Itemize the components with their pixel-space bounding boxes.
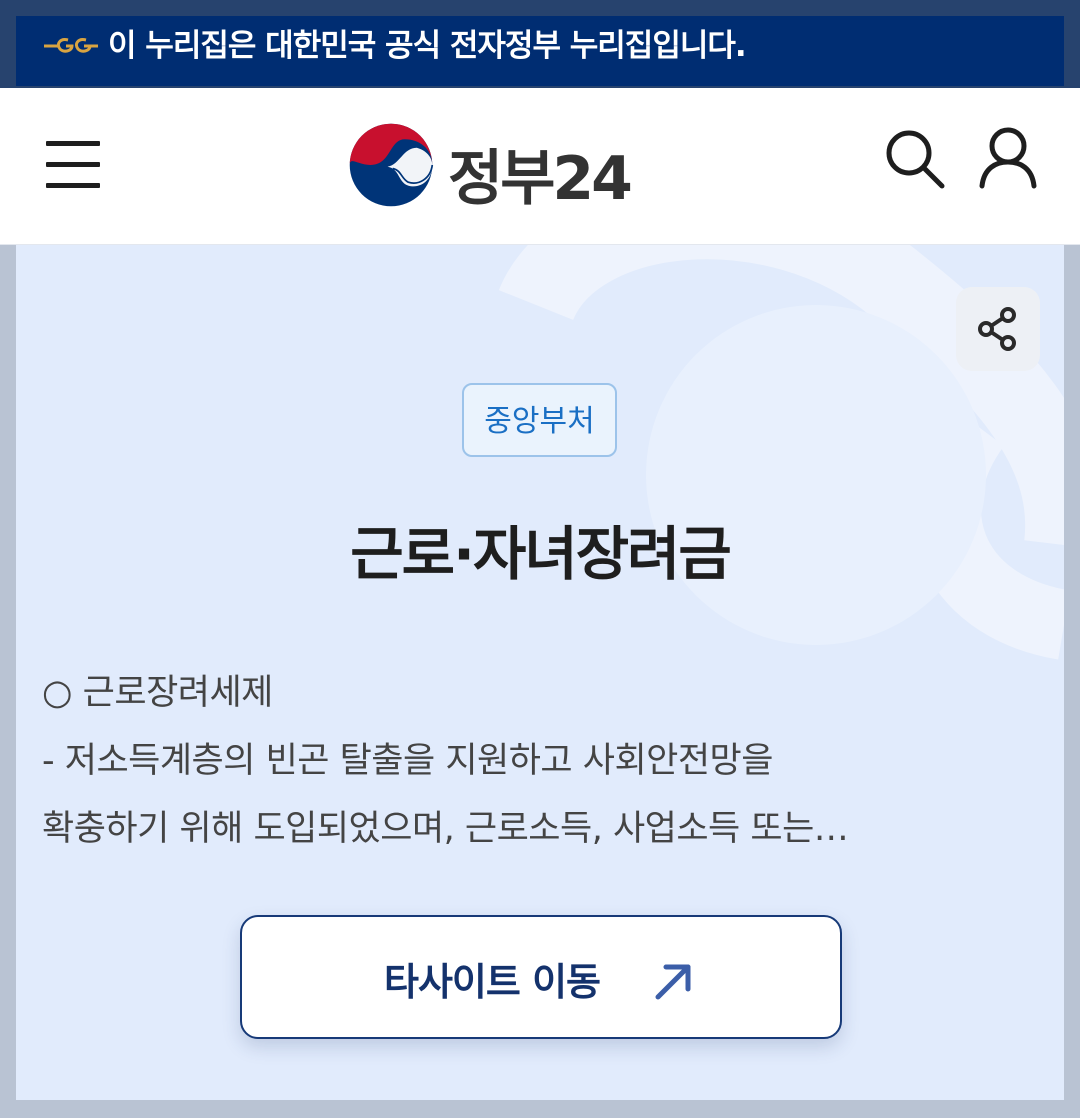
external-site-button[interactable]: 타사이트 이동: [240, 915, 842, 1039]
service-card: 중앙부처 근로·자녀장려금 ○ 근로장려세제 - 저소득계층의 빈곤 탈출을 지…: [16, 245, 1064, 1100]
gov-mark-icon: [44, 38, 98, 53]
description-line: - 저소득계층의 빈곤 탈출을 지원하고 사회안전망을: [42, 741, 773, 781]
login-button[interactable]: [972, 124, 1044, 194]
gov-banner-text: 이 누리집은 대한민국 공식 전자정부 누리집입니다.: [108, 28, 747, 64]
menu-icon-bar-bottom: [46, 183, 100, 188]
menu-icon: [46, 141, 100, 146]
user-icon: [979, 127, 1037, 189]
site-header: 정부24: [0, 88, 1080, 245]
external-arrow-icon: [655, 964, 691, 1000]
share-button[interactable]: [956, 287, 1040, 371]
logo-text: 정부24: [448, 144, 633, 214]
search-icon: [886, 130, 945, 189]
menu-button[interactable]: [42, 139, 104, 189]
external-site-button-label: 타사이트 이동: [384, 960, 601, 1004]
menu-icon-bar-middle: [46, 162, 100, 167]
service-description: ○ 근로장려세제 - 저소득계층의 빈곤 탈출을 지원하고 사회안전망을 확충하…: [42, 659, 1012, 863]
gov-banner: 이 누리집은 대한민국 공식 전자정부 누리집입니다.: [0, 0, 1080, 90]
category-badge: 중앙부처: [462, 383, 617, 457]
emblem-icon: [349, 123, 434, 207]
service-title: 근로·자녀장려금: [350, 520, 732, 588]
search-button[interactable]: [882, 126, 948, 192]
description-line: 확충하기 위해 도입되었으며, 근로소득, 사업소득 또는…: [42, 809, 849, 849]
description-line: ○ 근로장려세제: [42, 673, 273, 713]
share-icon: [978, 307, 1016, 351]
site-logo[interactable]: 정부24: [348, 122, 648, 214]
